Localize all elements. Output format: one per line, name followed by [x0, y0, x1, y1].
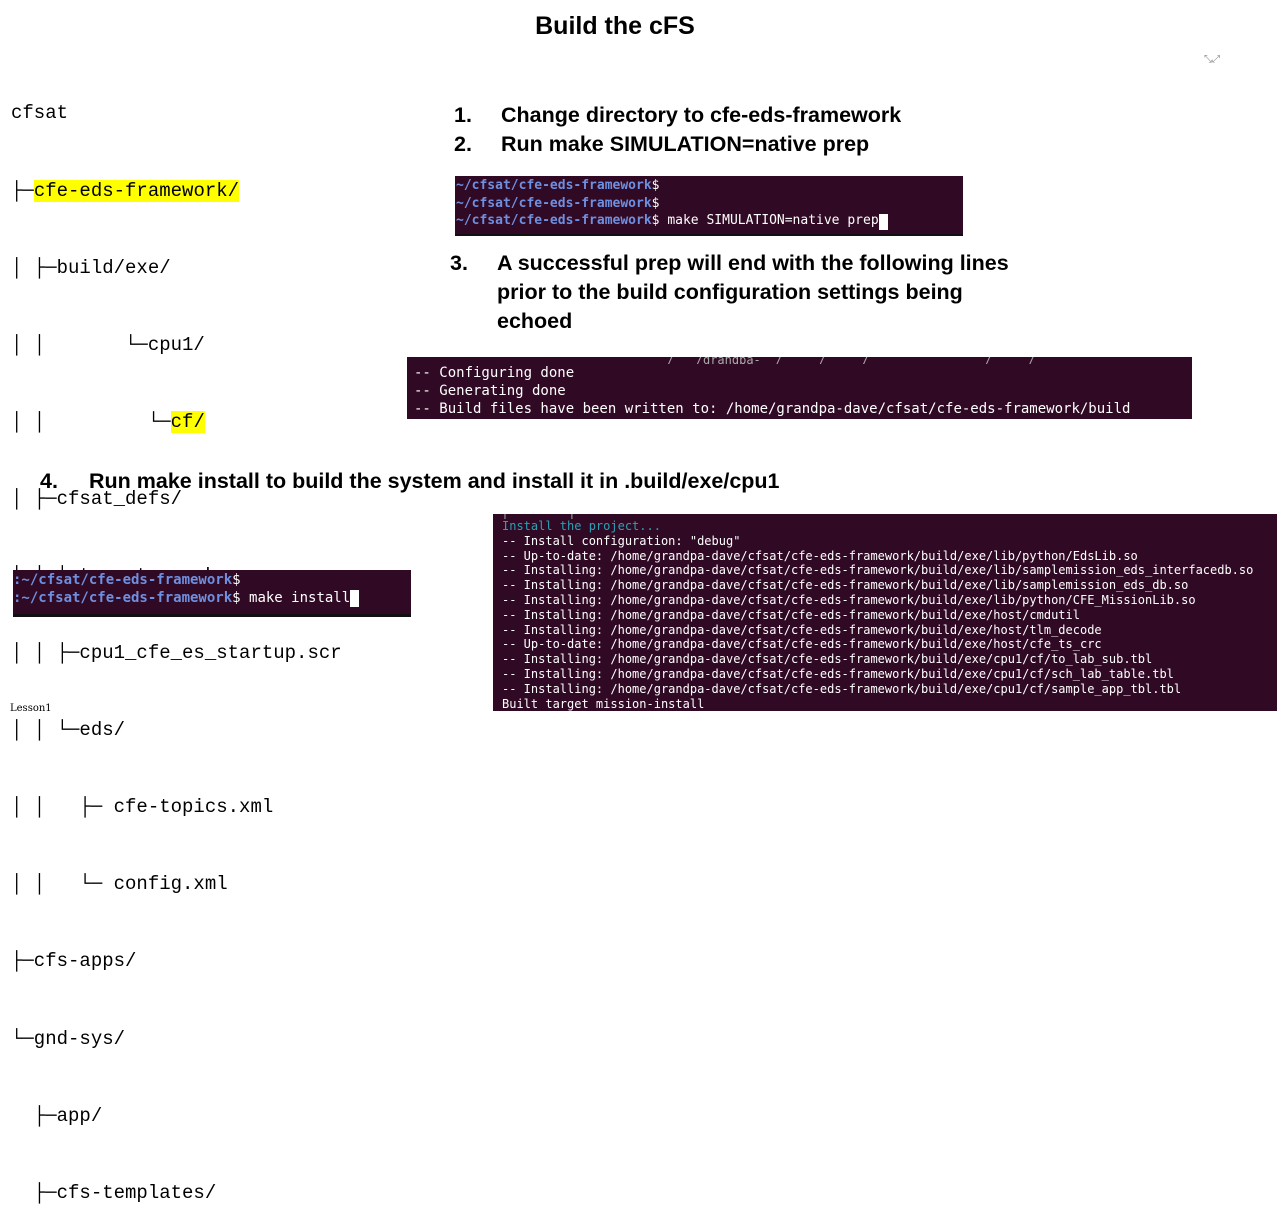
prompt-suffix: $ [232, 572, 241, 588]
directory-tree: cfsat ├─cfe-eds-framework/ │ ├─build/exe… [11, 50, 342, 1232]
terminal-line: -- Build files have been written to: /ho… [414, 401, 1131, 417]
tree-line: │ │ └─ config.xml [11, 872, 342, 898]
terminal-line: -- Configuring done [414, 365, 575, 381]
terminal-line: -- Up-to-date: /home/grandpa-dave/cfsat/… [502, 637, 1102, 652]
step-text: Run make SIMULATION=native prep [501, 132, 870, 156]
resize-icon: ⤡⤢ [1204, 54, 1220, 65]
step-text: A successful prep will end with the foll… [497, 251, 1009, 275]
step-number: 1. [454, 103, 472, 127]
tree-text: │ │ ├─cpu1_cfe_es_startup.scr [11, 642, 342, 665]
tree-line: ├─app/ [11, 1104, 342, 1130]
terminal-line: -- Installing: /home/grandpa-dave/cfsat/… [502, 563, 1254, 578]
prompt-suffix: $ [651, 195, 660, 211]
step-text: Run make install to build the system and… [89, 469, 780, 493]
tree-line: ├─cfe-eds-framework/ [11, 179, 342, 205]
terminal-line: -- Installing: /home/grandpa-dave/cfsat/… [502, 592, 1196, 607]
slide-title: Build the cFS [535, 12, 695, 40]
step-2: 2. Run make SIMULATION=native prep [454, 130, 974, 159]
terminal-line: -- Install configuration: "debug" [502, 533, 741, 548]
terminal-line: -- Installing: /home/grandpa-dave/cfsat/… [502, 652, 1153, 667]
tree-text: │ │ └─ config.xml [11, 873, 228, 896]
terminal-line: ~/cfsat/cfe-eds-framework$ make SIMULATI… [456, 212, 963, 230]
terminal-line: -- Up-to-date: /home/grandpa-dave/cfsat/… [502, 548, 1138, 563]
cursor [350, 590, 360, 607]
terminal-line: :~/cfsat/cfe-eds-framework$ make install [13, 589, 411, 607]
tree-line: │ │ └─eds/ [11, 718, 342, 744]
terminal-line: Built target mission-install [502, 696, 705, 711]
tree-text: ├─cfs-templates/ [11, 1181, 217, 1204]
prompt-path: ~/cfsat/cfe-eds-framework [456, 195, 652, 211]
step-4: 4. Run make install to build the system … [40, 467, 900, 496]
step-3: 3. A successful prep will end with the f… [450, 249, 1090, 339]
step-number: 2. [454, 132, 472, 156]
tree-text: │ │ └─eds/ [11, 719, 126, 742]
tree-line: │ │ ├─ cfe-topics.xml [11, 795, 342, 821]
tree-text: ├─ [11, 179, 34, 202]
terminal-line: -- Installing: /home/grandpa-dave/cfsat/… [502, 622, 1102, 637]
terminal-line: -- Generating done [414, 383, 566, 399]
step-number: 4. [40, 469, 58, 493]
tree-line: ├─cfs-apps/ [11, 949, 342, 975]
step-text: Change directory to cfe-eds-framework [501, 103, 902, 127]
terminal-line: Install the project... [502, 519, 661, 533]
tree-line: └─gnd-sys/ [11, 1027, 342, 1053]
terminal-fragment: / /grandpa- / / / / / [414, 357, 1036, 364]
terminal-install-command: :~/cfsat/cfe-eds-framework$ :~/cfsat/cfe… [13, 570, 411, 617]
terminal-line: -- Installing: /home/grandpa-dave/cfsat/… [502, 666, 1174, 681]
tree-text: │ │ └─ [11, 410, 171, 433]
terminal-prep: ~/cfsat/cfe-eds-framework$ ~/cfsat/cfe-e… [455, 176, 963, 236]
terminal-cmake-output: / /grandpa- / / / / / -- Configuring don… [407, 357, 1192, 419]
terminal-install-output: [ ] _ _ _ _ _ Install the project... -- … [493, 514, 1277, 711]
terminal-line: -- Installing: /home/grandpa-dave/cfsat/… [502, 578, 1189, 593]
terminal-line: :~/cfsat/cfe-eds-framework$ [13, 571, 411, 589]
tree-line: │ ├─build/exe/ [11, 256, 342, 282]
tree-highlight-cf: cf/ [170, 410, 205, 433]
tree-line: ├─cfs-templates/ [11, 1181, 342, 1207]
step-text: echoed [497, 309, 573, 333]
tree-text: │ │ ├─ cfe-topics.xml [11, 796, 274, 819]
terminal-line: ~/cfsat/cfe-eds-framework$ [456, 195, 963, 213]
tree-text: ├─app/ [11, 1104, 103, 1127]
tree-line: │ │ ├─cpu1_cfe_es_startup.scr [11, 641, 342, 667]
tree-line: │ │ └─cpu1/ [11, 333, 342, 359]
prompt-suffix: $ make SIMULATION=native prep [651, 213, 879, 229]
footer-lesson-label: Lesson1 [10, 703, 52, 714]
terminal-line: -- Installing: /home/grandpa-dave/cfsat/… [502, 681, 1182, 696]
tree-highlight-cfe-eds-framework: cfe-eds-framework/ [33, 179, 240, 202]
cursor [878, 213, 888, 230]
tree-text: ├─cfs-apps/ [11, 950, 137, 973]
terminal-line: ~/cfsat/cfe-eds-framework$ [456, 177, 963, 195]
step-number: 3. [450, 251, 468, 275]
prompt-path: ~/cfsat/cfe-eds-framework [456, 213, 652, 229]
tree-text: └─gnd-sys/ [11, 1027, 126, 1050]
prompt-path: ~/cfsat/cfe-eds-framework [456, 178, 652, 193]
tree-line: cfsat [11, 101, 342, 127]
step-1: 1. Change directory to cfe-eds-framework [454, 101, 974, 130]
prompt-path: :~/cfsat/cfe-eds-framework [13, 590, 233, 606]
step-text: prior to the build configuration setting… [497, 280, 963, 304]
tree-line: │ │ └─cf/ [11, 410, 342, 436]
tree-text: │ │ └─cpu1/ [11, 333, 205, 356]
prompt-path: :~/cfsat/cfe-eds-framework [13, 572, 233, 588]
terminal-line: -- Installing: /home/grandpa-dave/cfsat/… [502, 607, 1080, 622]
tree-text: │ ├─build/exe/ [11, 256, 171, 279]
prompt-suffix: $ make install [232, 590, 351, 606]
prompt-suffix: $ [651, 178, 660, 193]
tree-text: cfsat [11, 102, 69, 125]
